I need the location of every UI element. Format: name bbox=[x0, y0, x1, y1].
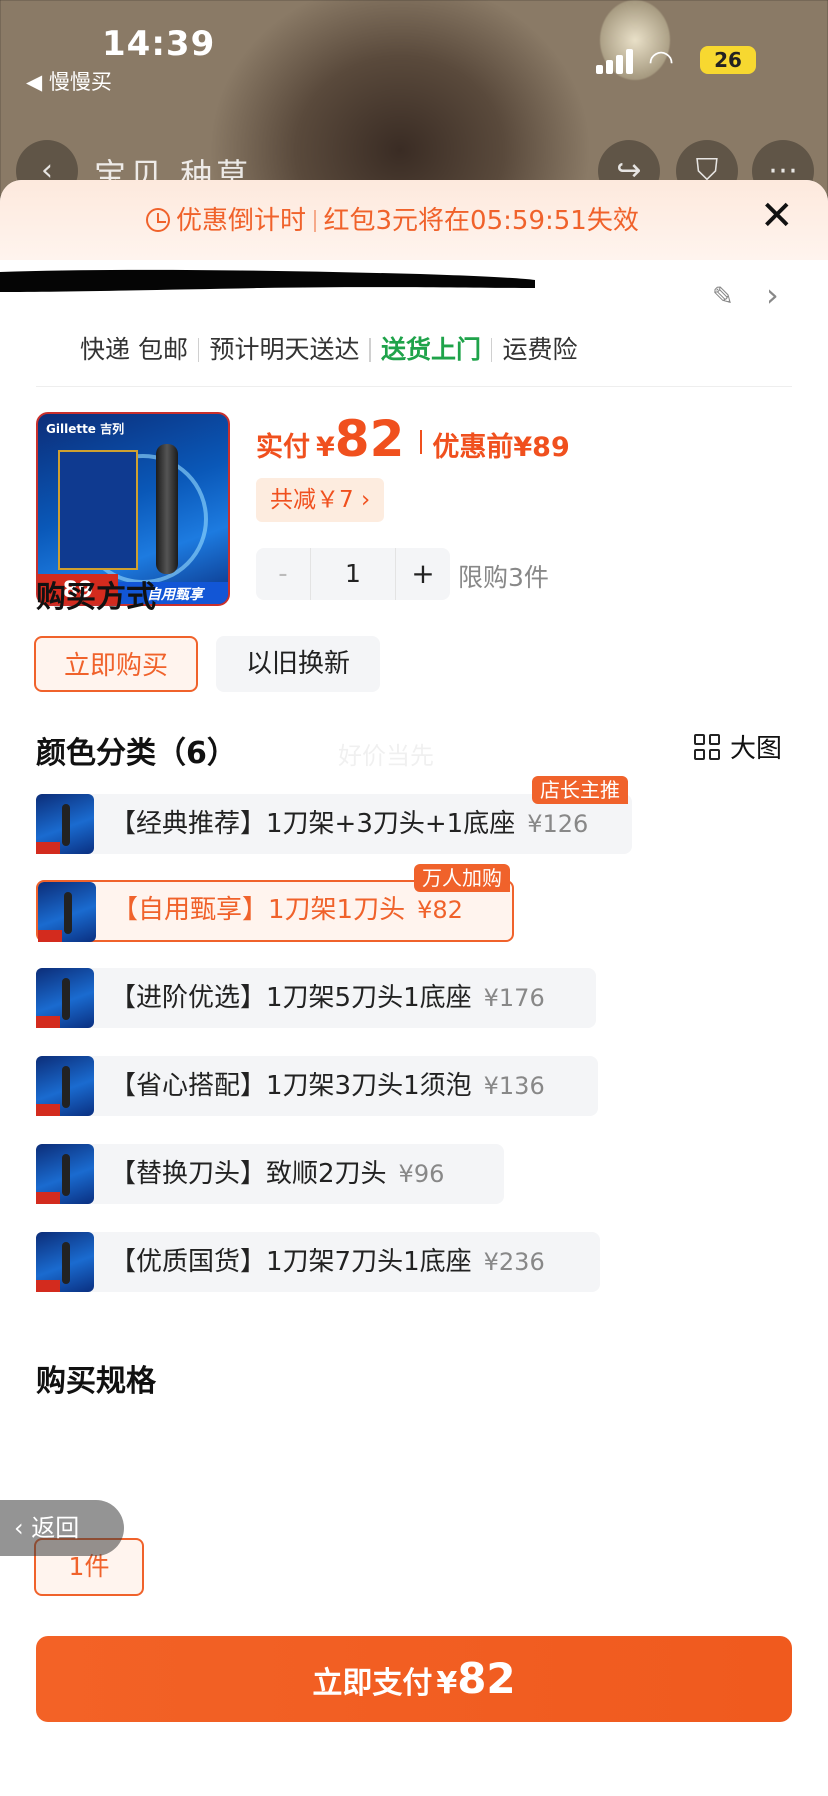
price-before: 优惠前¥89 bbox=[432, 432, 570, 463]
product-box bbox=[58, 450, 138, 570]
variant-badge: 万人加购 bbox=[414, 864, 510, 892]
chevron-left-icon: ‹ bbox=[14, 1514, 32, 1542]
countdown-banner: 优惠倒计时 红包3元将在05:59:51失效 ✕ bbox=[0, 180, 828, 260]
purchase-limit: 限购3件 bbox=[458, 563, 549, 592]
countdown-message: 红包3元将在05:59:51失效 bbox=[323, 206, 639, 236]
price-label: 实付 bbox=[256, 432, 310, 463]
variant-price: ¥236 bbox=[483, 1248, 545, 1276]
price-currency: ¥ bbox=[316, 432, 335, 463]
quantity-stepper: - 1 + bbox=[256, 548, 450, 600]
option-buy-now[interactable]: 立即购买 bbox=[34, 636, 198, 692]
variant-thumbnail bbox=[36, 1144, 94, 1204]
spec-title: 购买规格 bbox=[36, 1364, 156, 1399]
cellular-signal-icon bbox=[596, 48, 636, 74]
variant-thumbnail bbox=[36, 968, 94, 1028]
variant-price: ¥82 bbox=[417, 896, 463, 924]
redacted-address-scribble bbox=[0, 269, 535, 292]
quantity-input[interactable]: 1 bbox=[310, 548, 396, 600]
pay-currency: ¥ bbox=[436, 1666, 458, 1701]
color-category-title: 颜色分类（6） bbox=[36, 736, 237, 771]
back-label: 返回 bbox=[31, 1514, 80, 1542]
variant-name: 【经典推荐】1刀架+3刀头+1底座 bbox=[110, 809, 516, 839]
variant-badge: 店长主推 bbox=[532, 776, 628, 804]
battery-icon: 26 bbox=[700, 46, 756, 74]
variant-thumbnail bbox=[36, 1056, 94, 1116]
sku-sheet: 优惠倒计时 红包3元将在05:59:51失效 ✕ ✎ › 快递 包邮 预计明天送达送… bbox=[0, 180, 828, 1796]
delivery-info: 快递 包邮 预计明天送达 送货上门 运费险 bbox=[80, 330, 578, 366]
discount-chip[interactable]: 共减￥7 › bbox=[256, 478, 385, 522]
variant-price: ¥126 bbox=[527, 810, 589, 838]
status-time: 14:39 bbox=[102, 24, 216, 64]
variant-thumbnail bbox=[38, 882, 96, 942]
clock-icon bbox=[146, 208, 170, 232]
variant-name: 【省心搭配】1刀架3刀头1须泡 bbox=[110, 1071, 472, 1101]
pay-now-button[interactable]: 立即支付 ¥82 bbox=[36, 1636, 792, 1722]
variant-price: ¥136 bbox=[483, 1072, 545, 1100]
chevron-right-icon[interactable]: › bbox=[766, 276, 779, 314]
variant-item[interactable]: 【优质国货】1刀架7刀头1底座 ¥236 bbox=[36, 1232, 600, 1292]
watermark: 好价当先 bbox=[338, 742, 434, 770]
big-view-label: 大图 bbox=[730, 734, 783, 764]
edit-address-icon[interactable]: ✎ bbox=[712, 282, 734, 312]
decrease-button[interactable]: - bbox=[256, 548, 310, 600]
variant-item[interactable]: 【替换刀头】致顺2刀头 ¥96 bbox=[36, 1144, 504, 1204]
variant-item[interactable]: 【进阶优选】1刀架5刀头1底座 ¥176 bbox=[36, 968, 596, 1028]
purchase-method-title: 购买方式 bbox=[36, 580, 156, 615]
floating-back-button[interactable]: ‹ 返回 bbox=[0, 1500, 124, 1556]
variant-name: 【优质国货】1刀架7刀头1底座 bbox=[110, 1247, 472, 1277]
grid-icon bbox=[694, 734, 722, 762]
variant-name: 【进阶优选】1刀架5刀头1底座 bbox=[110, 983, 472, 1013]
pay-amount: 82 bbox=[457, 1654, 516, 1703]
big-view-toggle[interactable]: 大图 bbox=[694, 728, 782, 765]
status-bar: 14:39 ◀ 慢慢买 ◠ 26 bbox=[0, 0, 828, 110]
back-to-app-link[interactable]: ◀ 慢慢买 bbox=[26, 66, 112, 96]
variant-name: 【自用甄享】1刀架1刀头 bbox=[112, 895, 406, 925]
option-trade-in[interactable]: 以旧换新 bbox=[216, 636, 380, 692]
section-divider bbox=[36, 386, 792, 387]
variant-name: 【替换刀头】致顺2刀头 bbox=[110, 1159, 387, 1189]
divider bbox=[314, 210, 316, 232]
price-line: 实付 ¥82 优惠前¥89 bbox=[256, 410, 570, 468]
variant-price: ¥96 bbox=[398, 1160, 445, 1188]
variant-thumbnail bbox=[36, 1232, 94, 1292]
delivery-insurance: 运费险 bbox=[502, 335, 578, 364]
variant-thumbnail bbox=[36, 794, 94, 854]
variant-price: ¥176 bbox=[483, 984, 545, 1012]
delivery-door: 送货上门 bbox=[380, 335, 481, 364]
razor-handle bbox=[156, 444, 178, 574]
delivery-express: 快递 包邮 bbox=[80, 335, 188, 364]
increase-button[interactable]: + bbox=[396, 548, 450, 600]
countdown-label: 优惠倒计时 bbox=[176, 206, 307, 236]
close-icon[interactable]: ✕ bbox=[760, 196, 794, 236]
variant-item[interactable]: 【省心搭配】1刀架3刀头1须泡 ¥136 bbox=[36, 1056, 598, 1116]
delivery-eta: 预计明天送达 bbox=[209, 335, 360, 364]
pay-label: 立即支付 bbox=[312, 1666, 433, 1701]
price-value: 82 bbox=[334, 410, 405, 468]
wifi-icon: ◠ bbox=[648, 44, 675, 79]
product-image-brand: Gillette 吉列 bbox=[46, 422, 125, 436]
